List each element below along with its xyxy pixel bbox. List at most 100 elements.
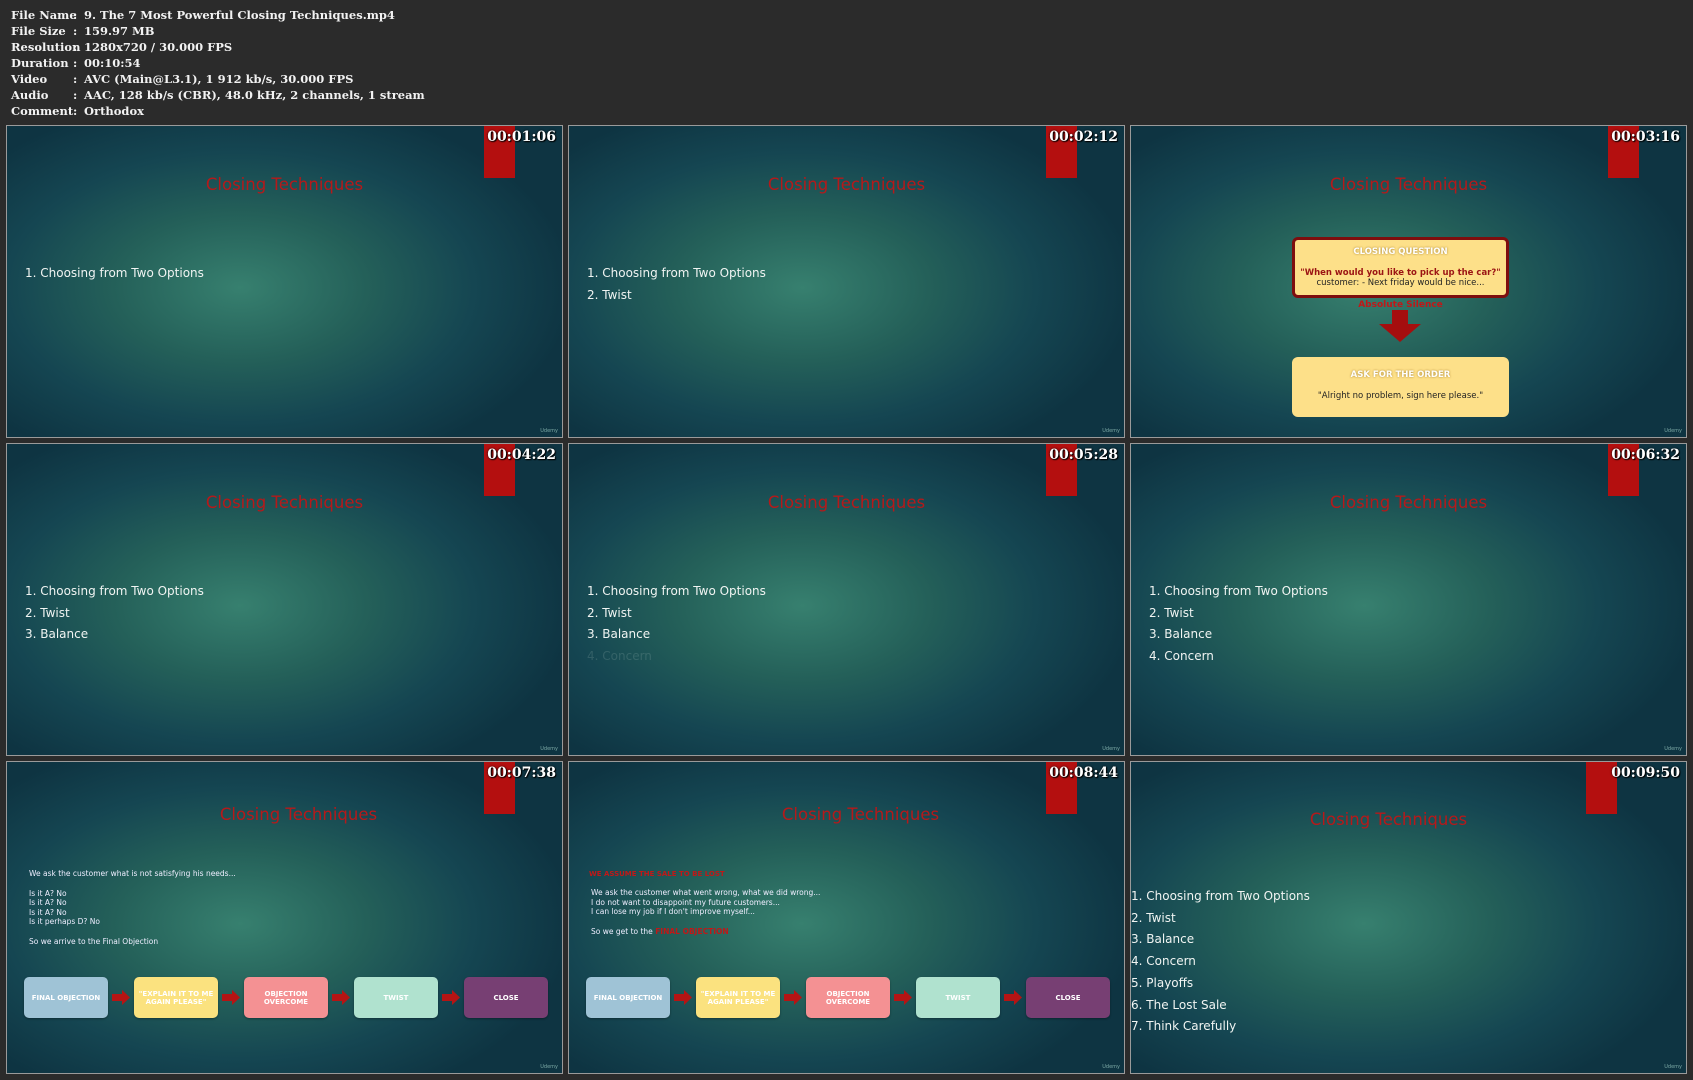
info-row-audio: Audio: AAC, 128 kb/s (CBR), 48.0 kHz, 2 c… — [11, 88, 425, 102]
slide-title: Closing Techniques — [767, 175, 926, 194]
list-item-fading: 4. Concern — [587, 649, 652, 664]
timestamp: 00:04:22 — [487, 447, 556, 463]
flow-step: TWIST — [354, 977, 438, 1018]
list-item: 1. Choosing from Two Options — [25, 584, 204, 598]
list-item: 3. Balance — [25, 627, 89, 642]
flow-step: FINAL OBJECTION — [586, 977, 670, 1018]
list-item: 3. Balance — [1131, 932, 1195, 947]
technique-list: 1. Choosing from Two Options 2. Twist 3.… — [1131, 886, 1310, 1038]
info-value: AAC, 128 kb/s (CBR), 48.0 kHz, 2 channel… — [84, 88, 425, 102]
list-item: 1. Choosing from Two Options — [1149, 584, 1328, 598]
technique-list: 1. Choosing from Two Options 2. Twist — [587, 263, 766, 306]
list-item: 1. Choosing from Two Options — [1131, 889, 1310, 903]
list-item: 1. Choosing from Two Options — [25, 266, 204, 280]
ask-for-order-box: ASK FOR THE ORDER "Alright no problem, s… — [1292, 357, 1509, 417]
technique-list: 1. Choosing from Two Options 2. Twist 3.… — [1149, 581, 1328, 668]
thumbnail-7[interactable]: 00:07:38 Closing Techniques We ask the c… — [6, 761, 563, 1074]
arrow-right-icon — [442, 990, 460, 1005]
arrow-right-icon — [894, 990, 912, 1005]
technique-list: 1. Choosing from Two Options 2. Twist 3.… — [587, 581, 766, 668]
udemy-logo: Udemy — [1102, 1064, 1120, 1070]
thumbnail-3[interactable]: 00:03:16 Closing Techniques CLOSING QUES… — [1130, 125, 1687, 438]
thumbnail-5[interactable]: 00:05:28 Closing Techniques 1. Choosing … — [568, 443, 1125, 756]
list-item: 2. Twist — [587, 287, 632, 302]
info-row-file-size: File Size:159.97 MB — [11, 24, 155, 38]
slide-title: Closing Techniques — [781, 805, 940, 824]
udemy-logo: Udemy — [1664, 746, 1682, 752]
arrow-right-icon — [332, 990, 350, 1005]
slide-title: Closing Techniques — [1329, 175, 1488, 194]
final-objection-highlight: FINAL OBJECTION — [655, 926, 729, 936]
flow-step: TWIST — [916, 977, 1000, 1018]
slide-title: Closing Techniques — [219, 805, 378, 824]
note-line: We ask the customer what is not satisfyi… — [29, 869, 236, 878]
udemy-logo: Udemy — [1102, 428, 1120, 434]
arrow-right-icon — [784, 990, 802, 1005]
slide-notes: We ask the customer what went wrong, wha… — [591, 888, 820, 936]
list-item: 2. Twist — [587, 605, 632, 620]
flow-step: OBJECTION OVERCOME — [806, 977, 890, 1018]
info-row-file-name: File Name:9. The 7 Most Powerful Closing… — [11, 8, 395, 22]
lost-sale-heading: WE ASSUME THE SALE TO BE LOST — [589, 870, 725, 878]
list-item: 7. Think Carefully — [1131, 1019, 1237, 1034]
thumbnail-grid: 00:01:06 Closing Techniques 1. Choosing … — [6, 125, 1687, 1074]
info-value: 1280x720 / 30.000 FPS — [84, 40, 233, 54]
note-line: So we get to the FINAL OBJECTION — [591, 926, 729, 936]
ask-for-order-text: "Alright no problem, sign here please." — [1317, 391, 1484, 401]
info-value: 159.97 MB — [84, 24, 155, 38]
thumbnail-6[interactable]: 00:06:32 Closing Techniques 1. Choosing … — [1130, 443, 1687, 756]
ask-for-order-heading: ASK FOR THE ORDER — [1350, 370, 1451, 380]
list-item: 2. Twist — [25, 605, 70, 620]
info-value: 00:10:54 — [84, 56, 141, 70]
udemy-logo: Udemy — [1664, 428, 1682, 434]
slide-notes: We ask the customer what is not satisfyi… — [29, 869, 236, 946]
closing-question-heading: CLOSING QUESTION — [1353, 247, 1448, 257]
flow-step: CLOSE — [464, 977, 548, 1018]
udemy-logo: Udemy — [1664, 1064, 1682, 1070]
note-line: I can lose my job if I don't improve mys… — [591, 907, 755, 916]
flow-step: CLOSE — [1026, 977, 1110, 1018]
technique-list: 1. Choosing from Two Options 2. Twist 3.… — [25, 581, 204, 646]
list-item: 3. Balance — [587, 627, 651, 642]
closing-flow-diagram: FINAL OBJECTION "EXPLAIN IT TO ME AGAIN P… — [24, 977, 549, 1019]
note-line: Is it A? No — [29, 888, 67, 898]
info-row-video: Video: AVC (Main@L3.1), 1 912 kb/s, 30.00… — [11, 72, 354, 86]
thumbnail-9[interactable]: 00:09:50 Closing Techniques 1. Choosing … — [1130, 761, 1687, 1074]
thumbnail-2[interactable]: 00:02:12 Closing Techniques 1. Choosing … — [568, 125, 1125, 438]
timestamp: 00:06:32 — [1611, 447, 1680, 463]
timestamp: 00:07:38 — [487, 765, 556, 781]
list-item: 1. Choosing from Two Options — [587, 584, 766, 598]
info-value: 9. The 7 Most Powerful Closing Technique… — [84, 8, 395, 22]
timestamp: 00:08:44 — [1049, 765, 1118, 781]
udemy-logo: Udemy — [1102, 746, 1120, 752]
list-item: 6. The Lost Sale — [1131, 997, 1227, 1012]
udemy-logo: Udemy — [540, 428, 558, 434]
thumbnail-4[interactable]: 00:04:22 Closing Techniques 1. Choosing … — [6, 443, 563, 756]
list-item: 5. Playoffs — [1131, 975, 1194, 990]
timestamp: 00:09:50 — [1611, 765, 1680, 781]
flow-step: "EXPLAIN IT TO ME AGAIN PLEASE" — [134, 977, 218, 1018]
timestamp: 00:02:12 — [1049, 129, 1118, 145]
list-item: 1. Choosing from Two Options — [587, 266, 766, 280]
note-line: I do not want to disappoint my future cu… — [591, 897, 780, 907]
flow-step: OBJECTION OVERCOME — [244, 977, 328, 1018]
list-item: 4. Concern — [1131, 954, 1196, 969]
technique-list: 1. Choosing from Two Options — [25, 263, 204, 285]
udemy-logo: Udemy — [540, 1064, 558, 1070]
udemy-logo: Udemy — [540, 746, 558, 752]
closing-question-box: CLOSING QUESTION "When would you like to… — [1292, 237, 1509, 298]
thumbnail-1[interactable]: 00:01:06 Closing Techniques 1. Choosing … — [6, 125, 563, 438]
slide-title: Closing Techniques — [767, 493, 926, 512]
thumbnail-8[interactable]: 00:08:44 Closing Techniques WE ASSUME TH… — [568, 761, 1125, 1074]
info-row-comment: Comment: Orthodox — [11, 104, 144, 118]
list-item: 4. Concern — [1149, 649, 1214, 664]
slide-title: Closing Techniques — [1329, 493, 1488, 512]
closing-question-answer: customer: - Next friday would be nice... — [1316, 278, 1485, 288]
info-value: AVC (Main@L3.1), 1 912 kb/s, 30.000 FPS — [84, 72, 354, 86]
list-item: 2. Twist — [1131, 910, 1176, 925]
file-info-panel: File Name:9. The 7 Most Powerful Closing… — [11, 7, 425, 119]
closing-flow-diagram: FINAL OBJECTION "EXPLAIN IT TO ME AGAIN P… — [586, 977, 1111, 1019]
flow-step: "EXPLAIN IT TO ME AGAIN PLEASE" — [696, 977, 780, 1018]
arrow-right-icon — [222, 990, 240, 1005]
arrow-right-icon — [112, 990, 130, 1005]
